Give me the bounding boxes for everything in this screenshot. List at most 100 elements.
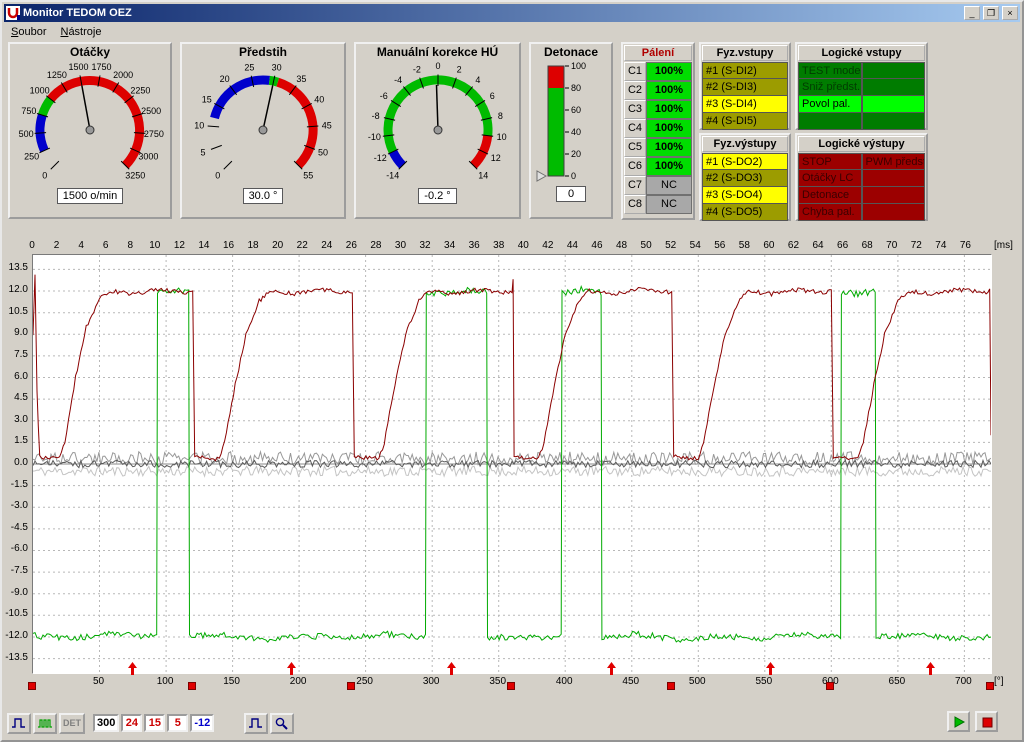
event-arrow-marker[interactable]	[128, 662, 137, 675]
svg-text:-12: -12	[373, 153, 386, 163]
fyz-vystupy-rows: #1 (S-DO2)#2 (S-DO3)#3 (S-DO4)#4 (S-DO5)	[701, 153, 789, 221]
menubar: SouborNástroje	[4, 23, 1020, 40]
axis-tick-label: 2	[54, 240, 60, 251]
korekce-dial-svg: -14-12-10-8-6-4-202468101214	[363, 60, 513, 186]
event-square-marker[interactable]	[347, 682, 355, 690]
magnifier-icon	[274, 716, 290, 730]
axis-tick-label: 28	[370, 240, 381, 251]
stop-button[interactable]	[975, 711, 998, 732]
menu-soubor[interactable]: Soubor	[4, 25, 53, 39]
zoom-button[interactable]	[270, 713, 294, 734]
plot-area[interactable]	[32, 254, 992, 674]
channel-row-C6: C6100%	[624, 157, 692, 176]
cursor-pulse-button[interactable]	[244, 713, 268, 734]
logic-cell-left: STOP	[798, 153, 862, 170]
io-row-2: #2 (S-DO3)	[702, 170, 788, 187]
svg-text:1250: 1250	[47, 70, 67, 80]
close-button[interactable]: ×	[1002, 6, 1018, 20]
axis-tick-label: 34	[444, 240, 455, 251]
svg-text:8: 8	[497, 111, 502, 121]
svg-text:45: 45	[322, 120, 332, 130]
start-button[interactable]	[947, 711, 970, 732]
detonace-dial: 100806040200	[531, 60, 611, 184]
svg-text:2750: 2750	[144, 129, 164, 139]
event-square-marker[interactable]	[507, 682, 515, 690]
trace-single-pulse-button[interactable]	[7, 713, 31, 734]
io-row-4: #4 (S-DO5)	[702, 204, 788, 221]
value-5-button[interactable]: 5	[167, 714, 188, 732]
svg-text:1000: 1000	[30, 86, 50, 96]
axis-tick-label: 4.5	[2, 392, 28, 403]
value-minus12-button[interactable]: -12	[190, 714, 214, 732]
channel-label: C5	[624, 138, 646, 157]
logic-cell-left	[798, 113, 862, 130]
axis-tick-label: 74	[935, 240, 946, 251]
axis-tick-label: 56	[714, 240, 725, 251]
gauge-panel-otacky: Otáčky 025050075010001250150017502000225…	[8, 42, 172, 219]
gauge-panel-korekce: Manuální korekce HÚ -14-12-10-8-6-4-2024…	[354, 42, 521, 219]
trace-multi-pulse-button[interactable]	[33, 713, 57, 734]
svg-text:55: 55	[303, 170, 313, 180]
predstih-dial: 0510152025303540455055	[182, 60, 344, 186]
event-arrow-marker[interactable]	[447, 662, 456, 675]
panel-fyz-vstupy: Fyz.vstupy #1 (S-DI2)#2 (S-DI3)#3 (S-DI4…	[699, 42, 791, 130]
channel-label: C8	[624, 195, 646, 214]
axis-tick-label: 7.5	[2, 349, 28, 360]
event-square-marker[interactable]	[188, 682, 196, 690]
logic-row-3: Detonace	[798, 187, 925, 204]
axis-tick-label: 0.0	[2, 457, 28, 468]
svg-text:12: 12	[490, 153, 500, 163]
svg-text:6: 6	[489, 91, 494, 101]
logic-row-1: TEST mode	[798, 62, 925, 79]
svg-text:35: 35	[296, 74, 306, 84]
event-arrow-marker[interactable]	[607, 662, 616, 675]
axis-tick-label: 16	[223, 240, 234, 251]
logic-cell-left: TEST mode	[798, 62, 862, 79]
axis-tick-label: 38	[493, 240, 504, 251]
paleni-rows: C1100%C2100%C3100%C4100%C5100%C6100%C7NC…	[623, 62, 693, 214]
oscilloscope-chart: 0246810121416182022242628303234363840424…	[2, 238, 1024, 708]
event-square-marker[interactable]	[826, 682, 834, 690]
axis-tick-label: 62	[788, 240, 799, 251]
axis-tick-label: 14	[198, 240, 209, 251]
axis-tick-label: -6.0	[2, 543, 28, 554]
axis-tick-label: 60	[763, 240, 774, 251]
value-15-button[interactable]: 15	[144, 714, 165, 732]
det-mode-button[interactable]: DET	[59, 713, 85, 734]
event-square-marker[interactable]	[986, 682, 994, 690]
event-arrow-marker[interactable]	[766, 662, 775, 675]
axis-tick-label: 250	[356, 676, 373, 687]
axis-tick-label: 36	[469, 240, 480, 251]
minimize-button[interactable]: _	[964, 6, 980, 20]
detonace-value-display: 0	[556, 186, 586, 202]
io-row-3: #3 (S-DI4)	[702, 96, 788, 113]
svg-text:1750: 1750	[91, 62, 111, 72]
event-arrow-marker[interactable]	[287, 662, 296, 675]
titlebar: Monitor TEDOM OEZ _ ❐ ×	[4, 4, 1020, 22]
fyz-vystupy-header: Fyz.výstupy	[702, 136, 788, 152]
value-24-button[interactable]: 24	[121, 714, 142, 732]
svg-text:100: 100	[571, 61, 586, 71]
axis-tick-label: 70	[886, 240, 897, 251]
axis-tick-label: 700	[955, 676, 972, 687]
axis-tick-label: -12.0	[2, 630, 28, 641]
event-square-marker[interactable]	[667, 682, 675, 690]
menu-nástroje[interactable]: Nástroje	[53, 25, 108, 39]
series-ignition-coil	[33, 275, 991, 461]
axis-tick-label: -10.5	[2, 608, 28, 619]
logic-cell-right	[862, 62, 926, 79]
app-icon[interactable]	[6, 6, 20, 20]
restore-button[interactable]: ❐	[983, 6, 999, 20]
axis-tick-label: 10.5	[2, 306, 28, 317]
axis-tick-label: 64	[812, 240, 823, 251]
event-square-marker[interactable]	[28, 682, 36, 690]
channel-value: 100%	[646, 81, 692, 100]
channel-value: NC	[646, 195, 692, 214]
axis-tick-label: 100	[157, 676, 174, 687]
svg-text:0: 0	[215, 170, 220, 180]
io-row-4: #4 (S-DI5)	[702, 113, 788, 130]
event-arrow-marker[interactable]	[926, 662, 935, 675]
value-300-button[interactable]: 300	[93, 714, 119, 732]
channel-row-C2: C2100%	[624, 81, 692, 100]
gauge-panel-detonace: Detonace 100806040200 0	[529, 42, 613, 219]
